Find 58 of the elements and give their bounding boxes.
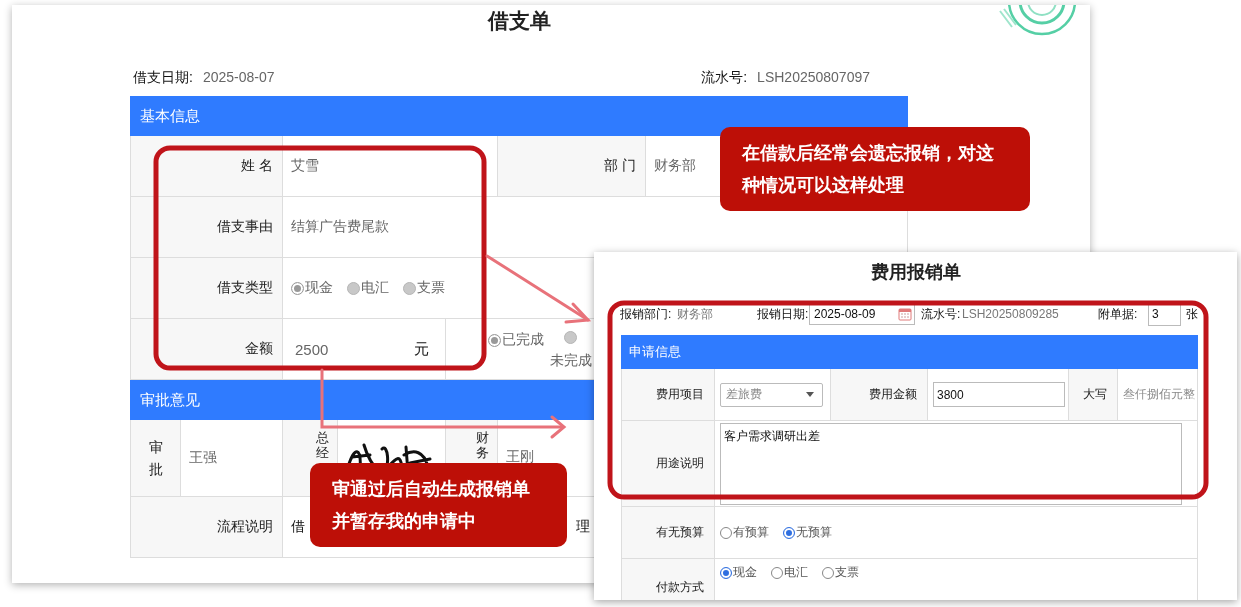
- field-value: 艾雪: [291, 157, 319, 175]
- field-value: 王强: [189, 449, 217, 467]
- radio-option[interactable]: 现金: [720, 564, 757, 581]
- calendar-icon: [898, 307, 912, 321]
- dept-value: 财务部: [677, 305, 714, 323]
- field-value: 结算广告费尾款: [291, 218, 389, 236]
- radio-option[interactable]: 无预算: [783, 524, 832, 541]
- field-label: 费用金额: [831, 369, 928, 421]
- field-label: 金额: [131, 319, 283, 380]
- date-value: 2025-08-07: [202, 69, 275, 85]
- radio-option[interactable]: 现金: [291, 279, 333, 297]
- callout-note: 审通过后自动生成报销单并暂存我的申请中: [310, 463, 567, 547]
- radio-option[interactable]: 支票: [822, 564, 859, 581]
- serial-value: LSH20250809285: [962, 307, 1060, 321]
- field-label: 部 门: [498, 136, 646, 197]
- field-label: 用途说明: [622, 421, 715, 507]
- field-label: 借支类型: [131, 258, 283, 319]
- form-title: 借支单: [486, 8, 552, 34]
- field-label: 有无预算: [622, 507, 715, 559]
- radio-option[interactable]: 电汇: [771, 564, 808, 581]
- serial-value: LSH20250807097: [757, 69, 870, 85]
- field-label: 财务: [476, 431, 489, 461]
- dept-label: 报销部门:: [620, 305, 673, 323]
- unit-label: 张: [1186, 305, 1199, 323]
- field-label: 借支事由: [131, 197, 283, 258]
- field-label: 流程说明: [131, 497, 283, 558]
- section-header: 基本信息: [130, 96, 908, 136]
- field-label: 大写: [1069, 369, 1118, 421]
- expense-type-select[interactable]: 差旅费: [720, 382, 823, 407]
- field-label: 审批: [148, 437, 163, 479]
- radio-option[interactable]: 已完成: [488, 331, 544, 349]
- radio-option[interactable]: 电汇: [347, 279, 389, 297]
- field-value: 财务部: [654, 157, 696, 175]
- flow-text: 借: [291, 518, 305, 536]
- radio-option[interactable]: 支票: [403, 279, 445, 297]
- serial-label: 流水号:: [701, 69, 748, 85]
- field-label: 姓 名: [131, 136, 283, 197]
- field-value: 叁仟捌佰元整: [1118, 369, 1198, 421]
- date-label: 借支日期:: [133, 69, 193, 85]
- flow-text: 理: [576, 518, 590, 536]
- field-value: 王刚: [506, 448, 534, 466]
- attachment-label: 附单据:: [1098, 305, 1139, 323]
- callout-note: 在借款后经常会遗忘报销，对这种情况可以这样处理: [720, 127, 1030, 211]
- serial-label: 流水号:: [921, 305, 962, 323]
- field-label: 费用项目: [622, 369, 715, 421]
- form-title: 费用报销单: [869, 261, 962, 284]
- date-field[interactable]: 2025-08-09: [809, 303, 915, 325]
- field-label: 付款方式: [622, 559, 715, 600]
- radio-option[interactable]: 未完成: [550, 331, 592, 370]
- radio-option[interactable]: 有预算: [720, 524, 769, 541]
- section-header: 申请信息: [621, 335, 1198, 369]
- date-label: 报销日期:: [757, 305, 809, 323]
- amount-value: 2500: [295, 340, 329, 358]
- field-label: 总经: [316, 431, 329, 461]
- amount-field[interactable]: 3800: [933, 382, 1065, 407]
- description-field[interactable]: 客户需求调研出差: [720, 423, 1182, 505]
- caret-icon: [806, 392, 814, 397]
- unit-label: 元: [414, 339, 429, 359]
